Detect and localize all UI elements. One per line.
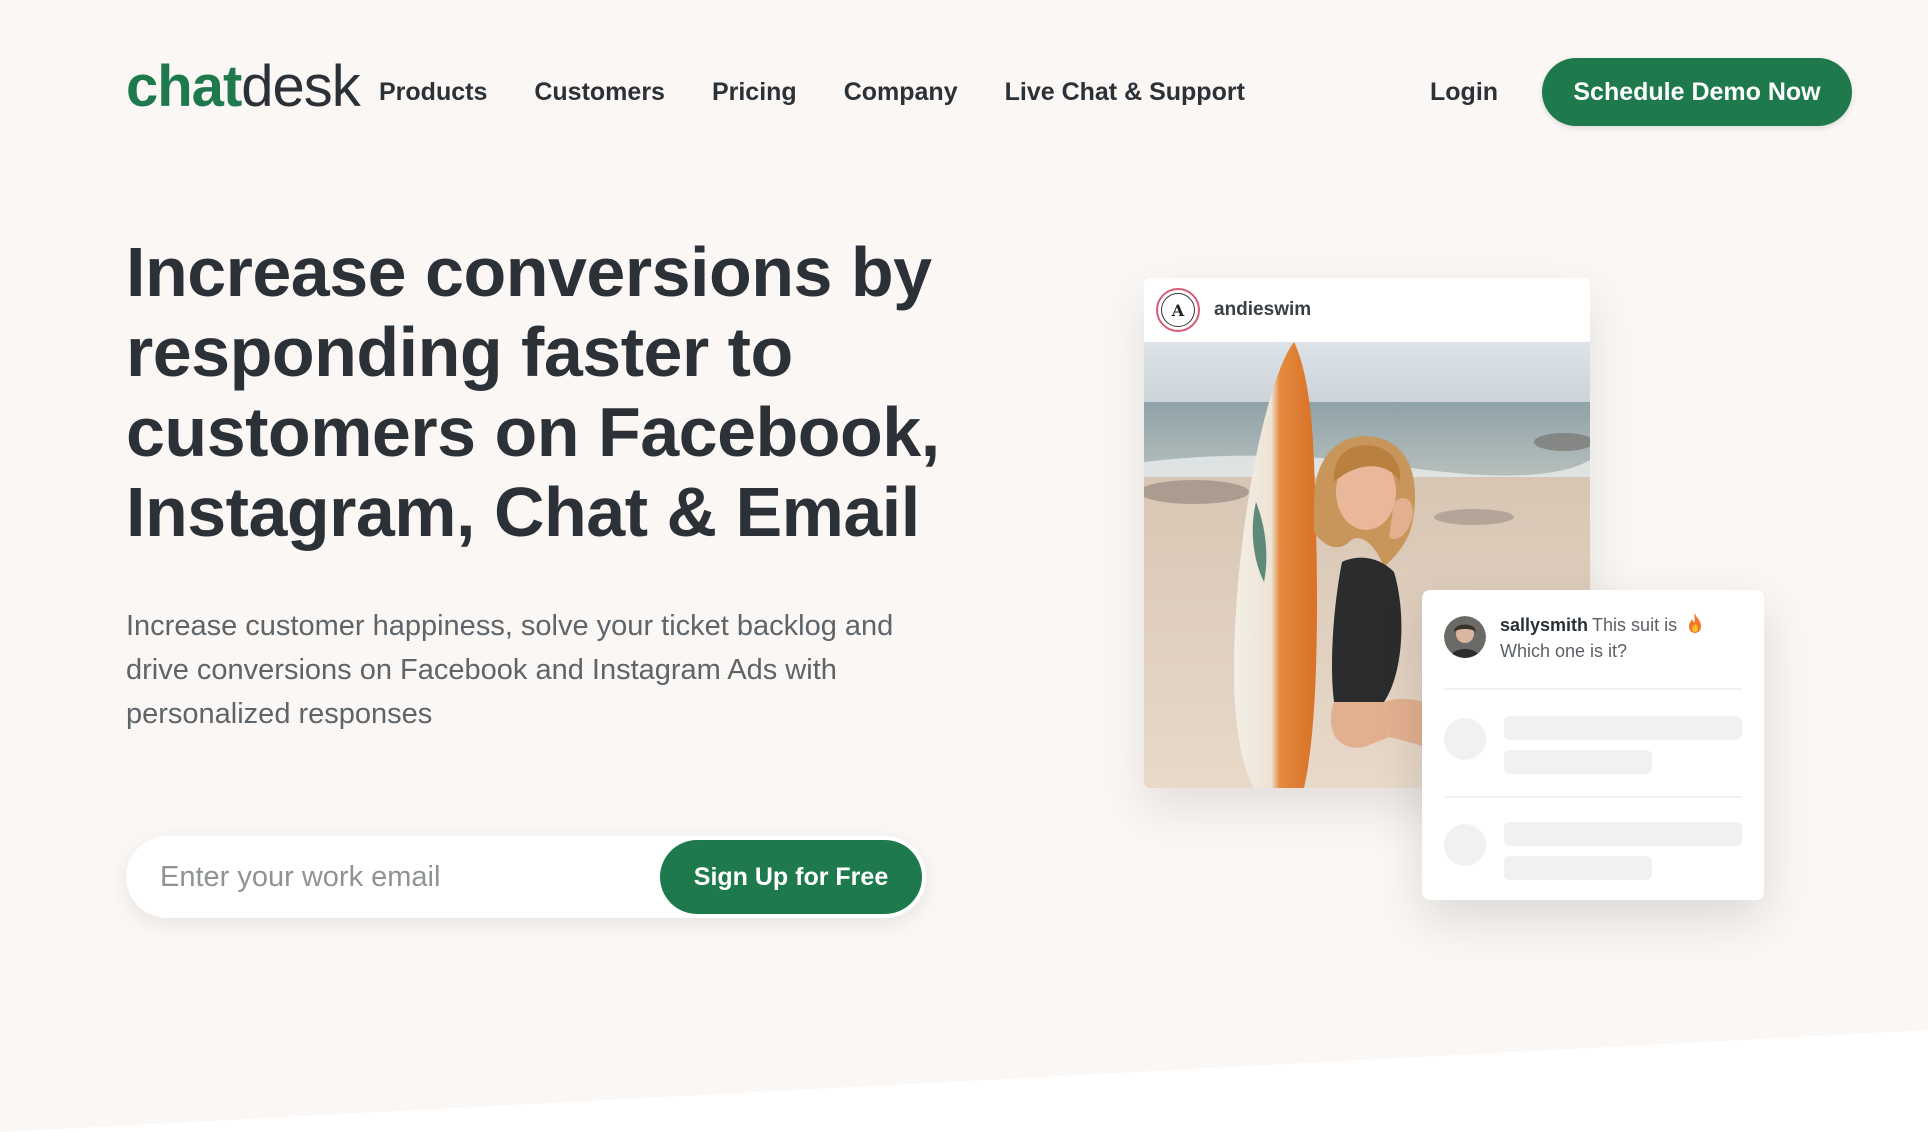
avatar-letter: A [1161,293,1195,327]
nav-item-company[interactable]: Company [844,74,958,110]
signup-form: Sign Up for Free [126,836,926,918]
sallysmith-avatar [1444,616,1486,658]
nav-item-customers[interactable]: Customers [534,74,665,110]
comment-row: sallysmith This suit is Which one is it? [1444,612,1744,664]
top-navigation: chatdesk Products Customers Pricing Comp… [0,0,1928,184]
logo-text-chat: chat [126,54,242,119]
comment-divider [1444,688,1742,690]
comment-message-line2: Which one is it? [1500,641,1628,661]
page: chatdesk Products Customers Pricing Comp… [0,0,1928,1132]
fire-icon [1689,613,1702,633]
placeholder-avatar [1444,718,1486,760]
placeholder-line [1504,750,1652,774]
chatdesk-logo[interactable]: chatdesk [126,52,361,122]
hero-subtext: Increase customer happiness, solve your … [126,610,894,730]
comment-text: sallysmith This suit is Which one is it? [1500,612,1704,664]
nav-item-pricing[interactable]: Pricing [712,74,797,110]
nav-item-live-chat-support[interactable]: Live Chat & Support [1005,74,1245,110]
instagram-post-header: A andieswim [1144,278,1590,342]
comment-card: sallysmith This suit is Which one is it? [1422,590,1764,900]
schedule-demo-button[interactable]: Schedule Demo Now [1542,58,1852,126]
sign-up-button[interactable]: Sign Up for Free [660,840,922,914]
work-email-input[interactable] [158,836,638,918]
comment-divider [1444,796,1742,798]
placeholder-avatar [1444,824,1486,866]
nav-item-products[interactable]: Products [379,74,487,110]
login-link[interactable]: Login [1430,74,1498,110]
placeholder-line [1504,716,1742,740]
comment-message: This suit is [1592,615,1678,635]
instagram-username: andieswim [1214,299,1312,320]
nav-links: Products Customers Pricing Company Live … [379,74,1292,110]
placeholder-line [1504,822,1742,846]
logo-text-desk: desk [241,54,361,119]
placeholder-line [1504,856,1652,880]
andieswim-avatar: A [1156,288,1200,332]
comment-username: sallysmith [1500,615,1589,635]
hero-headline: Increase conversions by responding faste… [126,233,940,551]
